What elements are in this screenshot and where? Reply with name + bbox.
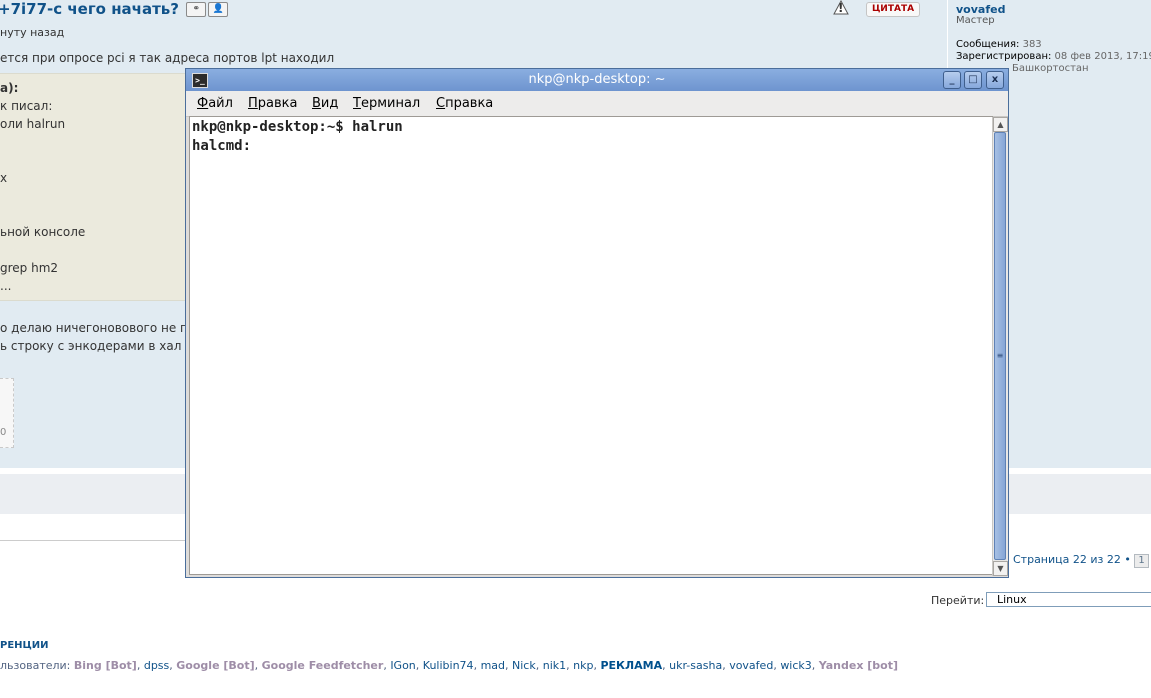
close-button[interactable]: x xyxy=(986,71,1004,89)
link-icon[interactable]: ⚭ xyxy=(186,2,207,17)
quote-line: к писал: xyxy=(0,99,53,113)
online-user-link[interactable]: Bing [Bot] xyxy=(74,659,137,672)
minimize-button[interactable]: _ xyxy=(943,71,961,89)
post-text: ется при опросе pci я так адреса портов … xyxy=(0,51,335,65)
author-posts: Сообщения: 383 xyxy=(956,39,1042,50)
terminal-scrollbar[interactable]: ▲ ≡ ▼ xyxy=(992,117,1008,576)
post-time: нуту назад xyxy=(0,26,65,39)
report-icon[interactable]: ! xyxy=(832,0,850,15)
menu-terminal[interactable]: Терминал xyxy=(353,96,420,111)
pagination: Страница 22 из 22 • 1 ... xyxy=(1013,553,1151,568)
terminal-window[interactable]: >_ nkp@nkp-desktop: ~ _ □ x Файл Правка … xyxy=(185,68,1009,578)
online-user-link[interactable]: nik1 xyxy=(543,659,566,672)
author-location: Башкортостан xyxy=(1012,63,1089,74)
user-icon[interactable]: 👤 xyxy=(208,2,229,17)
online-section-title: РЕНЦИИ xyxy=(0,640,49,651)
jump-label: Перейти: xyxy=(931,594,985,607)
online-users-list: льзователи: Bing [Bot], dpss, Google [Bo… xyxy=(0,659,899,672)
menu-edit[interactable]: Правка xyxy=(248,96,297,111)
online-user-link[interactable]: IGon xyxy=(390,659,415,672)
terminal-prompt-line: halcmd: xyxy=(192,138,260,154)
window-title: nkp@nkp-desktop: ~ xyxy=(528,72,666,87)
post-text: ь строку с энкодерами в хал ф xyxy=(0,339,196,353)
terminal-output[interactable]: nkp@nkp-desktop:~$ halrun halcmd: xyxy=(189,116,993,575)
online-user-link[interactable]: Google Feedfetcher xyxy=(262,659,384,672)
scroll-up-arrow-icon[interactable]: ▲ xyxy=(993,117,1008,132)
quote-line: х xyxy=(0,171,8,185)
jump-forum-select[interactable]: Linux xyxy=(986,592,1151,607)
online-user-link[interactable]: Nick xyxy=(512,659,536,672)
quote-line: ьной консоле xyxy=(0,225,86,239)
author-rank: Мастер xyxy=(956,15,995,26)
quote-line: grep hm2 xyxy=(0,261,59,275)
quote-author: а): xyxy=(0,81,19,95)
quote-line: оли halrun xyxy=(0,117,66,131)
online-user-link[interactable]: РЕКЛАМА xyxy=(600,659,662,672)
online-user-link[interactable]: wick3 xyxy=(780,659,811,672)
online-user-link[interactable]: mad xyxy=(481,659,505,672)
quote-line: ... xyxy=(0,279,12,293)
terminal-titlebar[interactable]: >_ nkp@nkp-desktop: ~ _ □ x xyxy=(186,69,1008,91)
attachment-thumbnail[interactable]: 0 xyxy=(0,378,14,448)
quote-button[interactable]: ЦИТАТА xyxy=(866,2,920,17)
online-user-link[interactable]: nkp xyxy=(573,659,593,672)
scrollbar-thumb[interactable]: ≡ xyxy=(994,132,1006,560)
menu-file[interactable]: Файл xyxy=(197,96,233,111)
online-user-link[interactable]: dpss xyxy=(144,659,169,672)
online-user-link[interactable]: ukr-sasha xyxy=(669,659,722,672)
terminal-menubar: Файл Правка Вид Терминал Справка xyxy=(186,91,1008,117)
online-user-link[interactable]: Yandex [bot] xyxy=(819,659,898,672)
menu-view[interactable]: Вид xyxy=(312,96,338,111)
online-user-link[interactable]: Google [Bot] xyxy=(176,659,254,672)
online-user-link[interactable]: Kulibin74 xyxy=(423,659,474,672)
author-registered: Зарегистрирован: 08 фев 2013, 17:19 xyxy=(956,51,1151,62)
page-1-link[interactable]: 1 xyxy=(1134,554,1149,568)
grip-icon: ≡ xyxy=(996,351,1004,360)
maximize-button[interactable]: □ xyxy=(964,71,982,89)
terminal-line: nkp@nkp-desktop:~$ halrun xyxy=(192,119,403,135)
online-user-link[interactable]: vovafed xyxy=(729,659,773,672)
scroll-down-arrow-icon[interactable]: ▼ xyxy=(993,561,1008,576)
quote-block: а): к писал: оли halrun х ьной консоле g… xyxy=(0,73,188,301)
menu-help[interactable]: Справка xyxy=(436,96,493,111)
post-title[interactable]: +7i77-с чего начать? ⚭ 👤 xyxy=(0,0,229,18)
